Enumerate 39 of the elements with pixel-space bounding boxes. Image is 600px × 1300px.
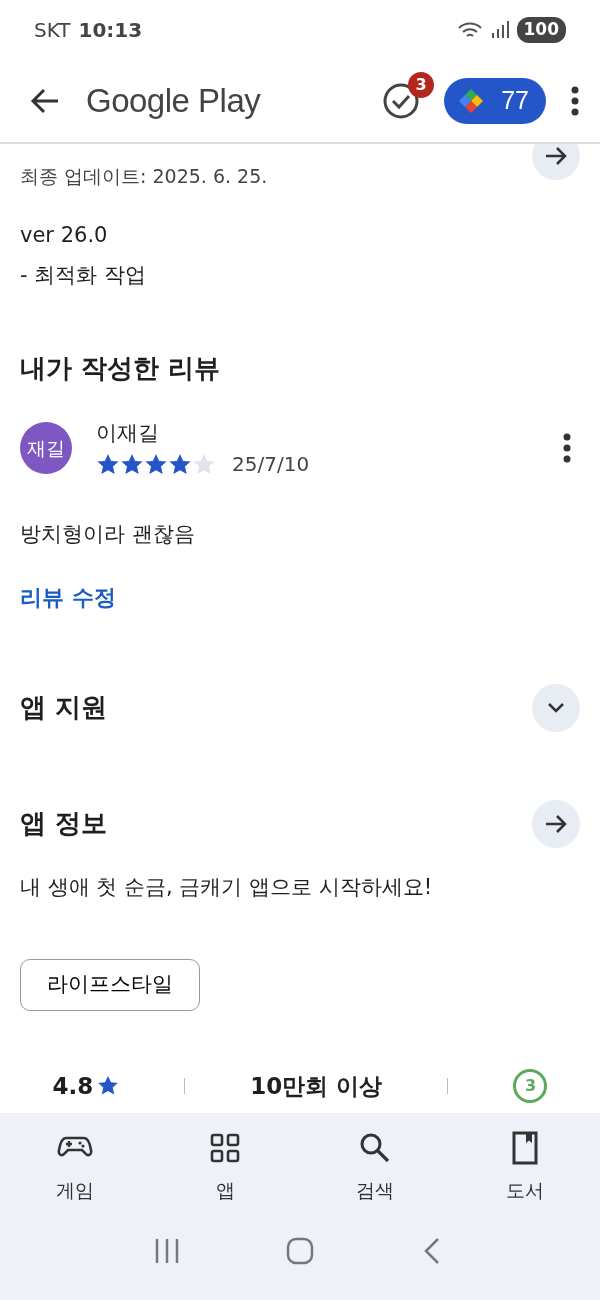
downloads-value: 10만회 이상 bbox=[250, 1071, 383, 1101]
section-heading: 앱 지원 bbox=[20, 691, 108, 724]
more-options-button[interactable] bbox=[570, 86, 580, 116]
review-text: 방치형이라 괜찮음 bbox=[20, 521, 196, 548]
clock-text: 10:13 bbox=[78, 17, 143, 44]
nav-tab[interactable]: 도서 bbox=[465, 1129, 585, 1206]
section-heading: 앱 정보 bbox=[20, 807, 108, 840]
update-date-text: 최종 업데이트: 2025. 6. 25. bbox=[20, 164, 268, 189]
review-more-button[interactable] bbox=[562, 433, 572, 464]
app-info-arrow-button[interactable] bbox=[532, 799, 580, 848]
author-name: 이재길 bbox=[96, 419, 160, 447]
home-icon[interactable] bbox=[285, 1236, 315, 1266]
release-note-text: ver 26.0 bbox=[20, 221, 109, 249]
section-heading: 내가 작성한 리뷰 bbox=[20, 351, 222, 385]
battery-indicator: 100 bbox=[516, 17, 566, 43]
carrier-text: SKT bbox=[34, 17, 71, 44]
notification-badge: 3 bbox=[408, 72, 435, 98]
whats-new-arrow-button[interactable] bbox=[532, 144, 580, 180]
rating-value: 4.8 bbox=[52, 1071, 94, 1101]
app-description: 내 생애 첫 순금, 금캐기 앱으로 시작하세요! bbox=[20, 873, 434, 901]
points-button[interactable]: 77 bbox=[444, 78, 546, 124]
age-rating-badge: 3 bbox=[513, 1068, 548, 1103]
diamond-icon bbox=[457, 87, 486, 115]
nav-tab[interactable]: 앱 bbox=[165, 1129, 285, 1206]
edit-review-link[interactable]: 리뷰 수정 bbox=[20, 580, 116, 614]
filled-star-icon bbox=[120, 453, 144, 475]
review-date: 25/7/10 bbox=[232, 451, 310, 478]
chevron-icon bbox=[548, 702, 564, 713]
filled-star-icon bbox=[96, 453, 120, 475]
avatar: 재길 bbox=[20, 422, 72, 475]
app-title: Google Play bbox=[86, 81, 261, 122]
filled-star-icon bbox=[168, 453, 192, 475]
release-note-text: - 최적화 작업 bbox=[20, 261, 147, 289]
star-icon bbox=[97, 1074, 120, 1097]
filled-star-icon bbox=[144, 453, 168, 475]
signal-icon bbox=[490, 21, 509, 39]
category-chip[interactable]: 라이프스타일 bbox=[20, 959, 200, 1011]
nav-tab[interactable]: 게임 bbox=[15, 1129, 135, 1206]
nav-tab[interactable]: 검색 bbox=[315, 1129, 435, 1206]
